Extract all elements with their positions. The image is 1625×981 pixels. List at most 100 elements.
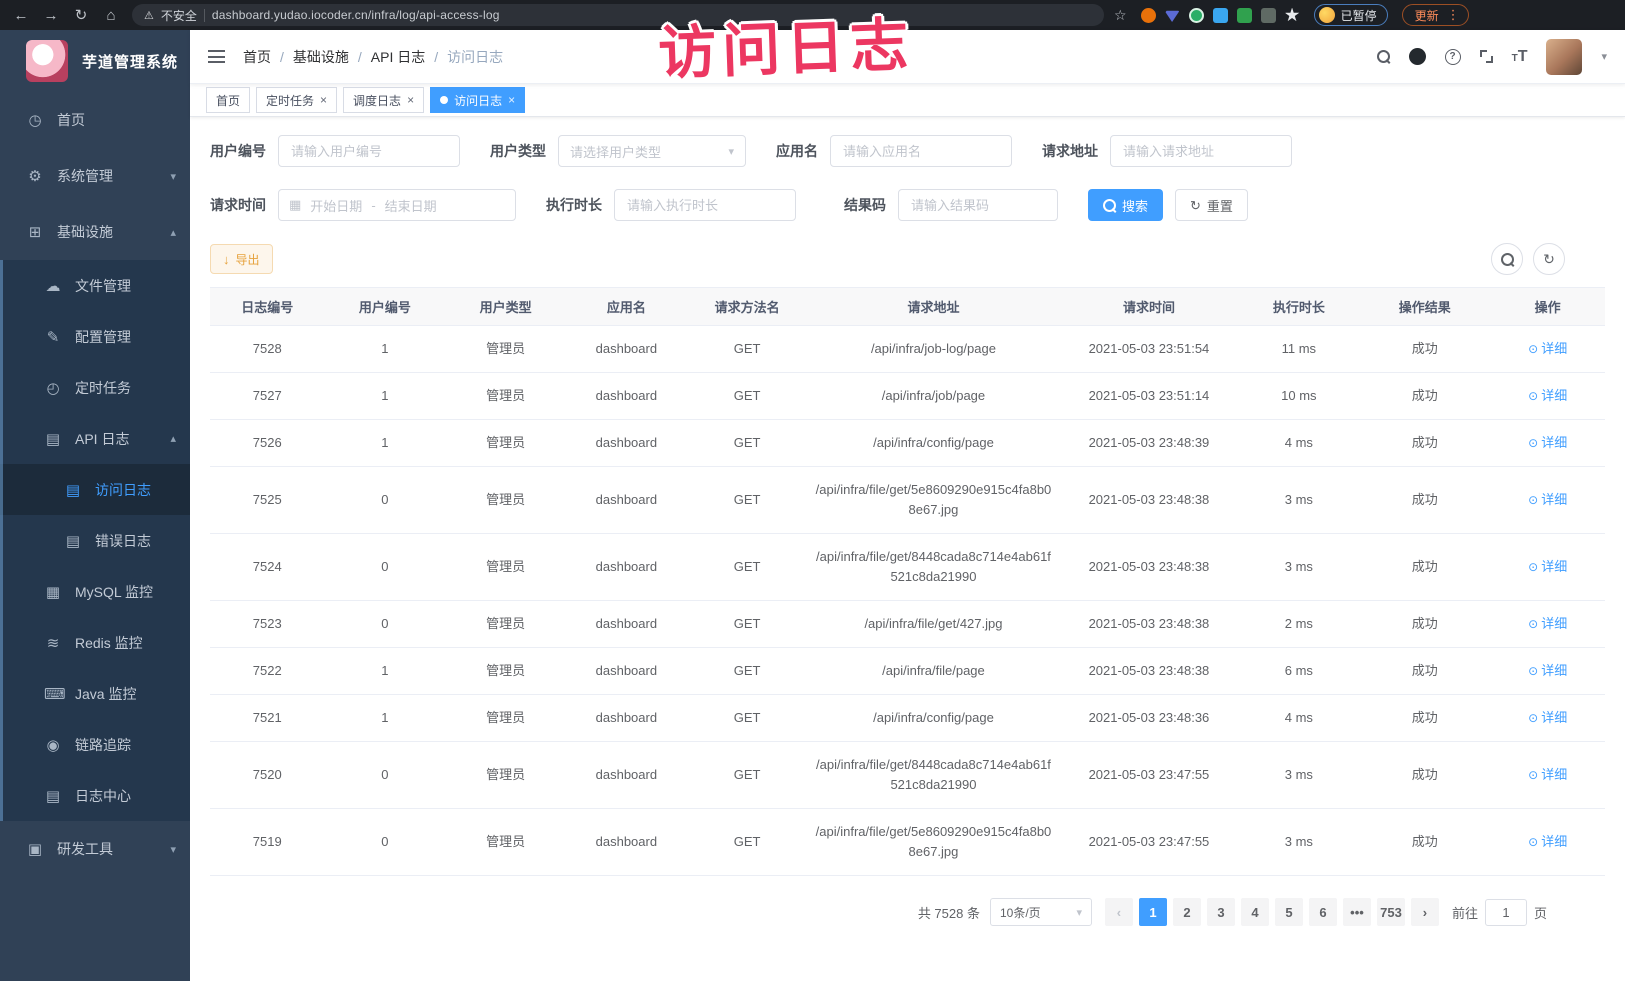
sidebar-item-error-log[interactable]: ▤错误日志	[0, 515, 190, 566]
search-button[interactable]: 搜索	[1088, 189, 1163, 221]
bookmark-star-icon[interactable]: ☆	[1114, 7, 1127, 24]
cell-action: ⊙详细	[1490, 742, 1605, 809]
help-icon[interactable]: ?	[1445, 49, 1461, 65]
duration-input[interactable]	[614, 189, 796, 221]
sidebar-item-infrastructure[interactable]: ⊞基础设施▴	[0, 204, 190, 260]
sidebar-item-java-monitor[interactable]: ⌨Java 监控	[0, 668, 190, 719]
extension-icon[interactable]	[1213, 8, 1228, 23]
cell-id: 7526	[210, 420, 325, 467]
chevron-down-icon[interactable]: ▾	[1601, 50, 1607, 63]
user-id-input[interactable]	[278, 135, 460, 167]
sidebar-item-log-center[interactable]: ▤日志中心	[0, 770, 190, 821]
result-code-input[interactable]	[898, 189, 1058, 221]
extension-icon[interactable]	[1285, 8, 1300, 23]
search-icon[interactable]	[1377, 50, 1390, 63]
page-button[interactable]: 1	[1139, 898, 1167, 926]
column-header: 请求地址	[808, 288, 1060, 326]
detail-link[interactable]: ⊙详细	[1528, 708, 1567, 728]
cell-app: dashboard	[566, 601, 687, 648]
page-button[interactable]: 4	[1241, 898, 1269, 926]
app-logo[interactable]: 芋道管理系统	[0, 30, 190, 92]
toggle-search-button[interactable]	[1491, 243, 1523, 275]
browser-forward-icon[interactable]: →	[38, 7, 64, 24]
kebab-menu-icon[interactable]: ⋮	[1447, 7, 1460, 23]
browser-update-button[interactable]: 更新 ⋮	[1402, 4, 1469, 26]
next-page-button[interactable]: ›	[1411, 898, 1439, 926]
close-icon[interactable]: ×	[508, 94, 515, 106]
cell-id: 7527	[210, 373, 325, 420]
page-button[interactable]: 753	[1377, 898, 1405, 926]
profile-paused-badge[interactable]: 已暂停	[1314, 4, 1388, 26]
sidebar-item-mysql-monitor[interactable]: ▦MySQL 监控	[0, 566, 190, 617]
tab-job-log[interactable]: 调度日志×	[343, 87, 424, 113]
page-button[interactable]: 6	[1309, 898, 1337, 926]
sidebar-item-trace[interactable]: ◉链路追踪	[0, 719, 190, 770]
page-button[interactable]: 3	[1207, 898, 1235, 926]
page-button[interactable]: 2	[1173, 898, 1201, 926]
tab-home[interactable]: 首页	[206, 87, 250, 113]
detail-link[interactable]: ⊙详细	[1528, 832, 1567, 852]
detail-label: 详细	[1541, 490, 1567, 510]
user-type-select[interactable]: 请选择用户类型 ▾	[558, 135, 746, 167]
goto-page-input[interactable]	[1485, 899, 1527, 926]
browser-reload-icon[interactable]: ↻	[68, 6, 94, 24]
breadcrumb-item[interactable]: API 日志	[371, 47, 425, 67]
fontsize-icon[interactable]: TT	[1512, 49, 1528, 65]
browser-back-icon[interactable]: ←	[8, 7, 34, 24]
detail-link[interactable]: ⊙详细	[1528, 661, 1567, 681]
detail-link[interactable]: ⊙详细	[1528, 490, 1567, 510]
detail-link[interactable]: ⊙详细	[1528, 433, 1567, 453]
detail-link[interactable]: ⊙详细	[1528, 386, 1567, 406]
close-icon[interactable]: ×	[407, 94, 414, 106]
request-time-range[interactable]: ▦ 开始日期 - 结束日期	[278, 189, 516, 221]
sidebar-item-redis-monitor[interactable]: ≋Redis 监控	[0, 617, 190, 668]
user-avatar[interactable]	[1546, 39, 1582, 75]
cell-duration: 3 ms	[1238, 467, 1359, 534]
reset-button[interactable]: ↻ 重置	[1175, 189, 1248, 221]
detail-link[interactable]: ⊙详细	[1528, 557, 1567, 577]
cell-method: GET	[687, 326, 808, 373]
page-button[interactable]: 5	[1275, 898, 1303, 926]
page-size-select[interactable]: 10条/页 ▾	[990, 898, 1092, 926]
sidebar-item-file-management[interactable]: ☁文件管理	[0, 260, 190, 311]
sidebar-item-scheduled-jobs[interactable]: ◴定时任务	[0, 362, 190, 413]
github-icon[interactable]	[1409, 48, 1426, 65]
sidebar-item-system-management[interactable]: ⚙系统管理▾	[0, 148, 190, 204]
cell-result: 成功	[1359, 467, 1490, 534]
close-icon[interactable]: ×	[320, 94, 327, 106]
tab-access-log[interactable]: 访问日志×	[430, 87, 525, 113]
prev-page-button[interactable]: ‹	[1105, 898, 1133, 926]
extension-icon[interactable]	[1237, 8, 1252, 23]
detail-link[interactable]: ⊙详细	[1528, 339, 1567, 359]
mysql-monitor-icon: ▦	[44, 583, 62, 601]
hamburger-icon[interactable]	[208, 50, 225, 63]
detail-link[interactable]: ⊙详细	[1528, 765, 1567, 785]
app-name-input[interactable]	[830, 135, 1012, 167]
select-placeholder: 请选择用户类型	[570, 142, 661, 161]
breadcrumb-item[interactable]: 首页	[243, 47, 271, 67]
sidebar-item-access-log[interactable]: ▤访问日志	[0, 464, 190, 515]
extension-icon[interactable]	[1189, 8, 1204, 23]
export-button[interactable]: ↓ 导出	[210, 244, 273, 274]
extension-icon[interactable]	[1165, 8, 1180, 22]
extension-icon[interactable]	[1141, 8, 1156, 23]
cell-result: 成功	[1359, 742, 1490, 809]
eye-icon: ⊙	[1528, 490, 1538, 510]
sidebar-item-home[interactable]: ◷首页	[0, 92, 190, 148]
request-url-input[interactable]	[1110, 135, 1292, 167]
fullscreen-icon[interactable]	[1480, 50, 1493, 63]
cell-id: 7528	[210, 326, 325, 373]
address-bar[interactable]: ⚠ 不安全 dashboard.yudao.iocoder.cn/infra/l…	[132, 4, 1104, 26]
sidebar-item-dev-tools[interactable]: ▣研发工具▾	[0, 821, 190, 877]
extension-icon[interactable]	[1261, 8, 1276, 23]
sidebar-item-config-management[interactable]: ✎配置管理	[0, 311, 190, 362]
detail-link[interactable]: ⊙详细	[1528, 614, 1567, 634]
refresh-table-button[interactable]: ↻	[1533, 243, 1565, 275]
url-text: dashboard.yudao.iocoder.cn/infra/log/api…	[212, 8, 500, 22]
cell-app: dashboard	[566, 742, 687, 809]
more-pages-button[interactable]: •••	[1343, 898, 1371, 926]
tab-scheduled-jobs[interactable]: 定时任务×	[256, 87, 337, 113]
sidebar-item-api-log[interactable]: ▤API 日志▴	[0, 413, 190, 464]
browser-home-icon[interactable]: ⌂	[98, 7, 124, 24]
breadcrumb-item[interactable]: 基础设施	[293, 47, 349, 67]
